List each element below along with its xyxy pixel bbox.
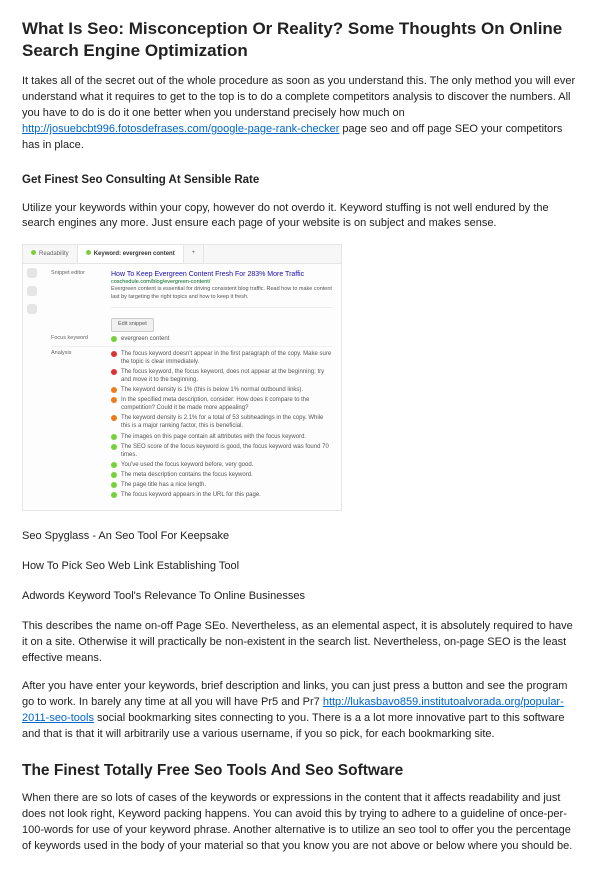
share-icon <box>27 286 37 296</box>
sub-link-tool: How To Pick Seo Web Link Establishing To… <box>22 559 578 575</box>
yoast-side-icons <box>27 268 37 314</box>
gear-icon <box>27 304 37 314</box>
analysis-item: The focus keyword, the focus keyword, do… <box>111 368 333 384</box>
focus-keyword-label: Focus keyword <box>51 335 103 343</box>
tab-label: Keyword: evergreen content <box>94 251 175 257</box>
sub-seo-spyglass: Seo Spyglass - An Seo Tool For Keepsake <box>22 529 578 545</box>
tab-label: Readability <box>39 251 69 257</box>
status-dot-icon <box>111 369 117 375</box>
analysis-list: The focus keyword doesn't appear in the … <box>111 350 333 500</box>
yoast-screenshot: Readability Keyword: evergreen content +… <box>22 244 342 511</box>
status-dot-icon <box>111 462 117 468</box>
analysis-label: Analysis <box>51 350 103 500</box>
page-title: What Is Seo: Misconception Or Reality? S… <box>22 18 578 62</box>
status-dot-icon <box>111 387 117 393</box>
analysis-text: The focus keyword appears in the URL for… <box>121 491 261 499</box>
analysis-item: The keyword density is 1% (this is below… <box>111 386 333 394</box>
link-page-rank-checker[interactable]: http://josuebcbt996.fotosdefrases.com/go… <box>22 123 339 135</box>
status-dot-icon <box>111 336 117 342</box>
status-dot-icon <box>111 482 117 488</box>
dot-icon <box>31 250 36 255</box>
focus-keyword-value: evergreen content <box>121 335 169 343</box>
analysis-item: The focus keyword doesn't appear in the … <box>111 350 333 366</box>
status-dot-icon <box>111 397 117 403</box>
analysis-item: The meta description contains the focus … <box>111 471 333 479</box>
analysis-item: The page title has a nice length. <box>111 481 333 489</box>
analysis-text: The focus keyword, the focus keyword, do… <box>121 368 333 384</box>
dot-icon <box>86 250 91 255</box>
h2-free-seo-tools: The Finest Totally Free Seo Tools And Se… <box>22 761 578 781</box>
p-keyword-stuffing: Utilize your keywords within your copy, … <box>22 201 578 233</box>
status-dot-icon <box>111 434 117 440</box>
snippet-label: Snippet editor <box>51 270 103 332</box>
analysis-text: You've used the focus keyword before, ve… <box>121 461 253 469</box>
status-dot-icon <box>111 444 117 450</box>
analysis-item: In the specified meta description, consi… <box>111 396 333 412</box>
status-dot-icon <box>111 472 117 478</box>
analysis-item: The SEO score of the focus keyword is go… <box>111 443 333 459</box>
analysis-item: The focus keyword appears in the URL for… <box>111 491 333 499</box>
status-dot-icon <box>111 415 117 421</box>
snippet-preview: How To Keep Evergreen Content Fresh For … <box>111 270 333 309</box>
analysis-text: The keyword density is 1% (this is below… <box>121 386 303 394</box>
analysis-text: The meta description contains the focus … <box>121 471 253 479</box>
yoast-tabs: Readability Keyword: evergreen content + <box>23 245 341 263</box>
p-keyword-packing: When there are so lots of cases of the k… <box>22 791 578 855</box>
snippet-desc: Evergreen content is essential for drivi… <box>111 286 333 301</box>
analysis-item: You've used the focus keyword before, ve… <box>111 461 333 469</box>
edit-snippet-button[interactable]: Edit snippet <box>111 318 154 331</box>
sub-adwords: Adwords Keyword Tool's Relevance To Onli… <box>22 589 578 605</box>
p4-text-b: social bookmarking sites connecting to y… <box>22 712 565 740</box>
h3-consulting: Get Finest Seo Consulting At Sensible Ra… <box>22 172 578 189</box>
intro-text-a: It takes all of the secret out of the wh… <box>22 75 575 119</box>
status-dot-icon <box>111 351 117 357</box>
tab-readability[interactable]: Readability <box>23 245 78 262</box>
analysis-text: The SEO score of the focus keyword is go… <box>121 443 333 459</box>
snippet-title: How To Keep Evergreen Content Fresh For … <box>111 270 333 279</box>
analysis-text: In the specified meta description, consi… <box>121 396 333 412</box>
p-bookmarking: After you have enter your keywords, brie… <box>22 679 578 743</box>
analysis-item: The images on this page contain alt attr… <box>111 433 333 441</box>
tab-keyword[interactable]: Keyword: evergreen content <box>78 245 184 262</box>
status-dot-icon <box>111 492 117 498</box>
analysis-text: The page title has a nice length. <box>121 481 206 489</box>
analysis-item: The keyword density is 2.1% for a total … <box>111 414 333 430</box>
tab-add[interactable]: + <box>184 245 205 262</box>
intro-paragraph: It takes all of the secret out of the wh… <box>22 74 578 154</box>
analysis-text: The images on this page contain alt attr… <box>121 433 306 441</box>
analysis-text: The keyword density is 2.1% for a total … <box>121 414 333 430</box>
traffic-light-icon <box>27 268 37 278</box>
analysis-text: The focus keyword doesn't appear in the … <box>121 350 333 366</box>
snippet-url: coschedule.com/blog/evergreen-content/ <box>111 279 333 286</box>
p-onoff-page: This describes the name on-off Page SEo.… <box>22 619 578 667</box>
